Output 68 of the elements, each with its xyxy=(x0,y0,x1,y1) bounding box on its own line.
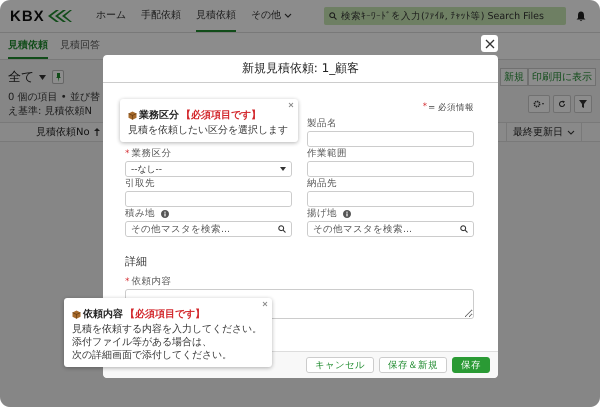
input-field[interactable] xyxy=(307,191,474,207)
search-icon xyxy=(460,225,468,233)
settings-button[interactable] xyxy=(528,95,550,113)
pin-button[interactable] xyxy=(52,70,64,84)
tooltip-title: 依頼内容 xyxy=(83,307,123,321)
required-mark: * xyxy=(422,102,428,114)
chevrons-icon xyxy=(46,9,72,23)
bell-icon[interactable] xyxy=(576,10,586,22)
required-mark: * xyxy=(125,276,130,288)
refresh-button[interactable] xyxy=(553,95,571,113)
gear-icon xyxy=(533,100,545,108)
tooltip-title: 業務区分 xyxy=(139,108,179,122)
caret-icon xyxy=(39,74,46,80)
filter-icon xyxy=(579,100,587,108)
filter-button[interactable] xyxy=(574,95,592,113)
modal-title: 新規見積依頼: 1_顧客 xyxy=(242,60,360,77)
field-label: 依頼内容 xyxy=(132,276,172,288)
package-icon xyxy=(128,110,137,120)
nav-tab[interactable]: その他 xyxy=(251,0,292,32)
field-label: 納品先 xyxy=(307,178,337,190)
lookup-field[interactable]: その他マスタを検索... xyxy=(307,221,474,237)
nav-tab[interactable]: ホーム xyxy=(96,0,126,32)
field-label: 製品名 xyxy=(307,118,337,130)
required-mark: * xyxy=(125,148,130,160)
input-field[interactable] xyxy=(307,131,474,147)
footer-button[interactable]: キャンセル xyxy=(306,357,374,373)
search-icon xyxy=(329,12,337,20)
required-note-label: 【必須項目です】 xyxy=(125,308,205,321)
input-field[interactable] xyxy=(307,161,474,177)
close-icon[interactable] xyxy=(288,102,294,108)
info-icon[interactable] xyxy=(343,210,351,218)
field-label: 積み地 xyxy=(125,208,155,220)
save-button[interactable]: 保存 xyxy=(452,357,490,373)
search-icon xyxy=(278,225,286,233)
input-field[interactable] xyxy=(125,191,292,207)
search-field[interactable]: 検索ｷｰﾜｰﾄﾞを入力(ﾌｧｲﾙ, ﾁｬｯﾄ等) Search Files xyxy=(324,7,566,25)
field-label: 引取先 xyxy=(125,178,155,190)
refresh-icon xyxy=(558,100,566,108)
tooltip-text: 次の詳細画面で添付してください。 xyxy=(72,349,233,362)
caret-icon xyxy=(280,167,286,171)
chevron-down-icon xyxy=(567,130,575,134)
list-view-selector[interactable]: 全て xyxy=(8,68,46,86)
footer-button[interactable]: 保存＆新規 xyxy=(379,357,447,373)
column-header[interactable]: 最終更新日 xyxy=(506,123,582,141)
close-icon xyxy=(484,38,494,48)
package-icon xyxy=(72,310,81,318)
list-action-button[interactable]: 新規 xyxy=(500,68,528,86)
logo-text: KBX xyxy=(10,8,45,24)
section-heading: 詳細 xyxy=(125,254,148,269)
nav-tab[interactable]: 手配依頼 xyxy=(141,0,181,32)
tooltip-text: 添付ファイル等がある場合は、 xyxy=(72,336,213,349)
required-legend: = 必須情報 xyxy=(428,102,474,114)
pin-icon xyxy=(56,72,60,82)
close-button[interactable] xyxy=(481,35,498,52)
tooltip-text: 見積を依頼したい区分を選択します xyxy=(128,124,288,137)
close-icon[interactable] xyxy=(262,301,268,307)
tooltip-text: 見積を依頼する内容を入力してください。 xyxy=(72,323,262,336)
info-icon[interactable] xyxy=(161,210,169,218)
sub-tab[interactable]: 見積回答 xyxy=(60,33,100,59)
field-label: 業務区分 xyxy=(132,148,172,160)
select-field[interactable]: --なし-- xyxy=(125,161,292,177)
lookup-field[interactable]: その他マスタを検索... xyxy=(125,221,292,237)
sub-tab[interactable]: 見積依頼 xyxy=(8,33,48,59)
required-note-label: 【必須項目です】 xyxy=(181,108,261,122)
field-label: 作業範囲 xyxy=(307,148,347,160)
list-info-text: 0 個の項目 • 並び替え基準: 見積依頼N xyxy=(8,90,100,118)
field-label: 揚げ地 xyxy=(307,208,337,220)
list-action-button[interactable]: 印刷用に表示 xyxy=(528,68,596,86)
